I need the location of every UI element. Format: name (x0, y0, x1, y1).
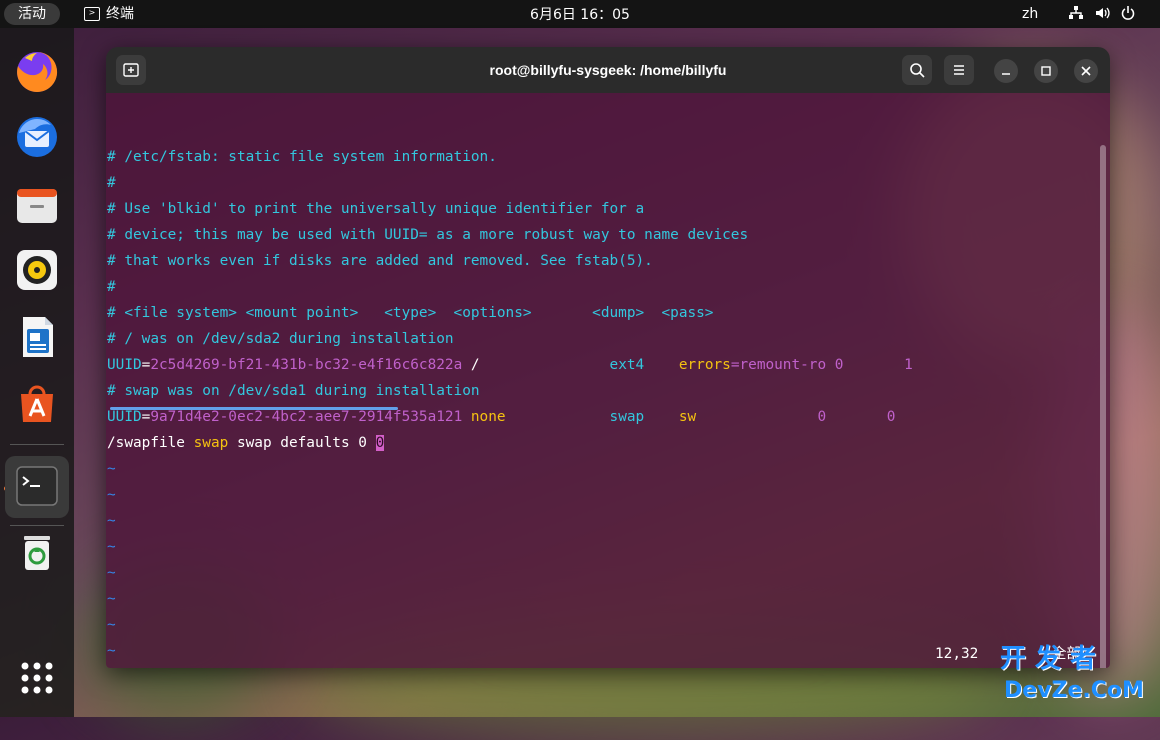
fstab-line: # device; this may be used with UUID= as… (107, 227, 749, 243)
empty-line-marker: ~ (107, 591, 116, 607)
watermark-url: DevZe.CoM (1004, 678, 1144, 703)
fs-type: swap (609, 409, 645, 425)
fstab-root-entry: UUID=2c5d4269-bf21-431b-bc32-e4f16c6c822… (107, 352, 913, 378)
fstab-line: # Use 'blkid' to print the universally u… (107, 201, 645, 217)
top-bar: 活动 > 终端 6月6日 16：05 zh (0, 0, 1160, 28)
files-icon[interactable] (13, 181, 61, 229)
swapfile-options: swap defaults 0 (228, 435, 376, 451)
app-center-icon[interactable] (13, 380, 61, 428)
minimize-button[interactable] (994, 59, 1018, 83)
mount-point: none (462, 409, 610, 425)
highlight-underline (110, 407, 398, 410)
fstab-line: # (107, 175, 116, 191)
writer-icon[interactable] (13, 313, 61, 361)
fs-type: ext4 (609, 357, 645, 373)
network-icon (1068, 5, 1084, 21)
maximize-button[interactable] (1034, 59, 1058, 83)
uuid-key: UUID (107, 409, 142, 425)
empty-line-marker: ~ (107, 643, 116, 659)
trash-icon[interactable] (13, 528, 61, 576)
pass-value: 1 (904, 357, 913, 373)
show-apps-icon[interactable] (13, 654, 61, 702)
mount-point: / (462, 357, 610, 373)
empty-line-marker: ~ (107, 513, 116, 529)
hamburger-icon (954, 65, 964, 75)
dump-value: 0 (826, 357, 905, 373)
title-bar[interactable]: root@billyfu-sysgeek: /home/billyfu (106, 47, 1110, 93)
scrollbar[interactable] (1100, 145, 1106, 668)
firefox-icon[interactable] (13, 48, 61, 96)
swapfile-path: /swapfile (107, 435, 185, 451)
empty-line-marker: ~ (107, 617, 116, 633)
search-icon (910, 63, 925, 78)
fstab-line: # that works even if disks are added and… (107, 253, 653, 269)
fstab-line: # <file system> <mount point> <type> <op… (107, 305, 714, 321)
menu-button[interactable] (944, 55, 974, 85)
text-cursor: 0 (375, 435, 385, 451)
option-value: =remount-ro (730, 357, 827, 373)
cursor-position: 12,32 (935, 646, 979, 662)
empty-line-marker: ~ (107, 461, 116, 477)
close-icon (1081, 66, 1091, 76)
option-key: errors (644, 357, 731, 373)
empty-line-marker: ~ (107, 487, 116, 503)
dump-value: 0 (817, 409, 887, 425)
watermark-text: 开 发 者 (1000, 644, 1097, 674)
terminal-content[interactable]: # /etc/fstab: static file system informa… (106, 93, 1110, 668)
empty-line-marker: ~ (107, 539, 116, 555)
terminal-app-icon[interactable] (5, 456, 69, 518)
clock[interactable]: 6月6日 16：05 (0, 0, 1160, 30)
swapfile-entry: /swapfile swap swap defaults 0 0 (107, 430, 385, 456)
empty-line-marker: ~ (107, 664, 116, 668)
fstab-line: # / was on /dev/sda2 during installation (107, 331, 454, 347)
input-method-indicator[interactable]: zh (1022, 0, 1038, 28)
thunderbird-icon[interactable] (13, 113, 61, 161)
dock (0, 28, 74, 717)
terminal-window: root@billyfu-sysgeek: /home/billyfu # /e… (106, 47, 1110, 668)
uuid-value: 2c5d4269-bf21-431b-bc32-e4f16c6c822a (150, 357, 463, 373)
options: sw (644, 409, 818, 425)
rhythmbox-icon[interactable] (13, 246, 61, 294)
close-button[interactable] (1074, 59, 1098, 83)
search-button[interactable] (902, 55, 932, 85)
dock-separator (10, 444, 64, 445)
power-icon (1120, 5, 1136, 21)
fstab-line: # /etc/fstab: static file system informa… (107, 149, 497, 165)
uuid-value: 9a71d4e2-0ec2-4bc2-aee7-2914f535a121 (150, 409, 463, 425)
empty-line-marker: ~ (107, 565, 116, 581)
fstab-line: # swap was on /dev/sda1 during installat… (107, 383, 480, 399)
system-tray[interactable] (1068, 5, 1136, 21)
mount-point: swap (184, 435, 229, 451)
dock-separator (10, 525, 64, 526)
pass-value: 0 (886, 409, 896, 425)
uuid-key: UUID (107, 357, 142, 373)
fstab-line: # (107, 279, 116, 295)
volume-icon (1094, 5, 1110, 21)
